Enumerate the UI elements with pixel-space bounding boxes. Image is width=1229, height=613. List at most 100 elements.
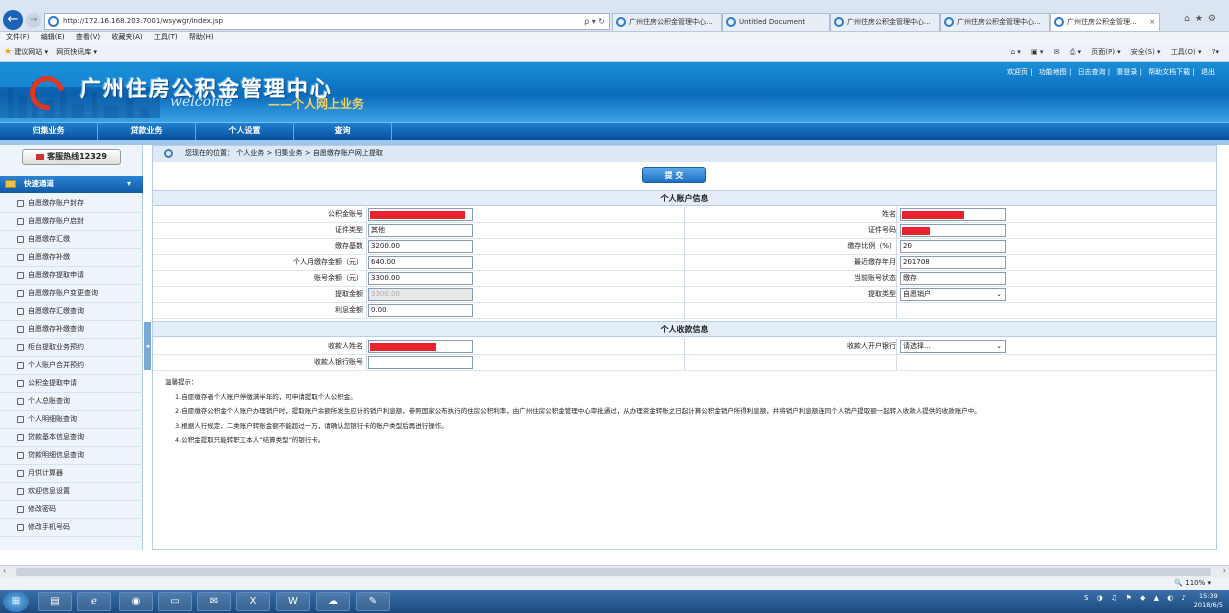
close-tab-icon[interactable]: × (1149, 14, 1155, 30)
menu-item-icon (17, 416, 24, 423)
mail-icon[interactable]: ✉ (1054, 48, 1060, 56)
home-cmd-icon[interactable]: ⌂ ▾ (1011, 48, 1021, 56)
link-relogin[interactable]: 重登录 (1116, 68, 1137, 76)
link-welcome[interactable]: 欢迎页 (1007, 68, 1028, 76)
sidebar-item[interactable]: 公积金提取申请 (0, 375, 143, 393)
form-row: 公积金账号 姓名 (153, 207, 1216, 223)
link-function-map[interactable]: 功能地图 (1039, 68, 1067, 76)
menu-tools[interactable]: 工具(T) (154, 33, 178, 41)
address-tools-icon[interactable]: ρ ▾ ↻ (584, 14, 605, 29)
payee-bank-select[interactable]: 请选择... ⌄ (900, 340, 1006, 353)
sidebar-item[interactable]: 自愿缴存汇缴查询 (0, 303, 143, 321)
hotline-button[interactable]: 客服热线12329 (22, 149, 121, 165)
sidebar-item[interactable]: 欢迎信息设置 (0, 483, 143, 501)
sidebar-item[interactable]: 自愿缴存补缴查询 (0, 321, 143, 339)
zoom-level[interactable]: 🔍 110% ▾ (1174, 578, 1211, 589)
browser-tab[interactable]: Untitled Document (722, 13, 830, 31)
link-log-query[interactable]: 日志查询 (1078, 68, 1106, 76)
ie-taskbar-icon[interactable]: ℯ (77, 592, 111, 611)
nav-loans[interactable]: 贷款业务 (98, 122, 196, 140)
folder-taskbar-icon[interactable]: ▭ (158, 592, 192, 611)
sidebar-item-label: 公积金提取申请 (28, 379, 77, 387)
start-button-icon[interactable]: ⊞ (3, 591, 29, 612)
nav-collection[interactable]: 归集业务 (0, 122, 98, 140)
forward-arrow-icon[interactable]: → (26, 13, 41, 28)
scroll-thumb[interactable] (16, 568, 1211, 576)
sidebar-item[interactable]: 自愿缴存账户启封 (0, 213, 143, 231)
nav-query[interactable]: 查询 (294, 122, 392, 140)
payee-name-label: 收款人姓名 (328, 342, 363, 350)
menu-edit[interactable]: 编辑(E) (41, 33, 65, 41)
nav-settings[interactable]: 个人设置 (196, 122, 294, 140)
mail-taskbar-icon[interactable]: ✉ (197, 592, 231, 611)
sidebar-collapse-handle[interactable]: ◂ (144, 322, 151, 370)
payee-info-heading: 个人收款信息 (153, 321, 1216, 337)
window-controls[interactable]: ⌂★⚙ (1184, 14, 1221, 24)
browser-tab[interactable]: 广州住房公积金管理中心... (612, 13, 722, 31)
link-help-download[interactable]: 帮助文档下载 (1148, 68, 1190, 76)
scroll-left-icon[interactable]: ‹ (3, 566, 6, 575)
tray-icons[interactable]: S ◑ ♫ ⚑ ◆ ▲ ◐ ♪ (1084, 594, 1189, 602)
cmd-safety[interactable]: 安全(S) ▾ (1131, 48, 1161, 56)
payee-account-input[interactable] (368, 356, 473, 369)
menu-view[interactable]: 查看(V) (76, 33, 100, 41)
sidebar-item[interactable]: 个人总账查询 (0, 393, 143, 411)
sidebar-item[interactable]: 自愿缴存汇缴 (0, 231, 143, 249)
browser-tab[interactable]: 广州住房公积金管理中心... (940, 13, 1050, 31)
sidebar-item[interactable]: 柜台提取业务预约 (0, 339, 143, 357)
sidebar-item[interactable]: 修改密码 (0, 501, 143, 519)
chevron-down-icon[interactable]: ▾ (127, 176, 131, 192)
chat-taskbar-icon[interactable]: ☁ (316, 592, 350, 611)
menu-favorites[interactable]: 收藏夹(A) (111, 33, 142, 41)
sidebar-item[interactable]: 贷款明细信息查询 (0, 447, 143, 465)
quick-access-header[interactable]: 快速通道 ▾ (0, 176, 143, 193)
menu-help[interactable]: 帮助(H) (189, 33, 214, 41)
browser-tab[interactable]: 广州住房公积金管理中心... (830, 13, 940, 31)
star-icon[interactable]: ★ (1195, 14, 1208, 24)
horizontal-scrollbar[interactable]: ‹ › (0, 565, 1229, 578)
deposit-base-label: 缴存基数 (335, 242, 363, 250)
paint-taskbar-icon[interactable]: ✎ (356, 592, 390, 611)
favorites-star-icon[interactable]: ★ (4, 47, 12, 57)
menu-item-icon (17, 326, 24, 333)
sidebar-item-label: 贷款明细信息查询 (28, 451, 84, 459)
gear-icon[interactable]: ⚙ (1208, 14, 1221, 24)
sidebar-item[interactable]: 月供计算器 (0, 465, 143, 483)
sidebar-item[interactable]: 个人明细账查询 (0, 411, 143, 429)
word-taskbar-icon[interactable]: W (276, 592, 310, 611)
menu-item-icon (17, 344, 24, 351)
fav-web-slice[interactable]: 网页快讯库 ▾ (56, 48, 97, 56)
sidebar-item[interactable]: 自愿缴存账户变更查询 (0, 285, 143, 303)
account-status-label: 当前账号状态 (854, 274, 896, 282)
sidebar-item-label: 自愿缴存补缴 (28, 253, 70, 261)
fav-suggested-sites[interactable]: 建议网站 ▾ (14, 48, 48, 56)
feeds-icon[interactable]: ▣ ▾ (1031, 48, 1043, 56)
address-bar[interactable]: http://172.16.168.203:7001/wsywgr/index.… (44, 13, 610, 30)
system-tray[interactable]: S ◑ ♫ ⚑ ◆ ▲ ◐ ♪ (1084, 594, 1189, 602)
cmd-page[interactable]: 页面(P) ▾ (1091, 48, 1120, 56)
link-logout[interactable]: 退出 (1201, 68, 1215, 76)
menu-bar: 文件(F) 编辑(E) 查看(V) 收藏夹(A) 工具(T) 帮助(H) (0, 32, 1229, 44)
sidebar-item-label: 自愿缴存账户封存 (28, 199, 84, 207)
submit-button[interactable]: 提 交 (642, 167, 706, 183)
sidebar-item[interactable]: 修改手机号码 (0, 519, 143, 537)
payee-name-input[interactable] (368, 340, 473, 353)
cmd-tools[interactable]: 工具(O) ▾ (1171, 48, 1202, 56)
clock[interactable]: 15:39 2018/6/5 (1194, 592, 1223, 610)
help-icon[interactable]: ?▾ (1212, 48, 1219, 56)
sidebar-item[interactable]: 自愿缴存账户封存 (0, 195, 143, 213)
sidebar-item[interactable]: 自愿缴存提取申请 (0, 267, 143, 285)
browser-tab-active[interactable]: 广州住房公积金管理... × (1050, 13, 1160, 31)
back-arrow-icon[interactable]: ← (3, 10, 23, 30)
explorer-taskbar-icon[interactable]: ▤ (38, 592, 72, 611)
withdraw-type-select[interactable]: 自愿销户 ⌄ (900, 288, 1006, 301)
home-icon[interactable]: ⌂ (1184, 14, 1195, 24)
scroll-right-icon[interactable]: › (1223, 566, 1226, 575)
excel-taskbar-icon[interactable]: X (236, 592, 270, 611)
menu-file[interactable]: 文件(F) (6, 33, 30, 41)
print-icon[interactable]: ⎙ ▾ (1070, 48, 1081, 56)
sidebar-item[interactable]: 贷款基本信息查询 (0, 429, 143, 447)
chrome-taskbar-icon[interactable]: ◉ (119, 592, 153, 611)
sidebar-item[interactable]: 自愿缴存补缴 (0, 249, 143, 267)
sidebar-item[interactable]: 个人账户合并预约 (0, 357, 143, 375)
